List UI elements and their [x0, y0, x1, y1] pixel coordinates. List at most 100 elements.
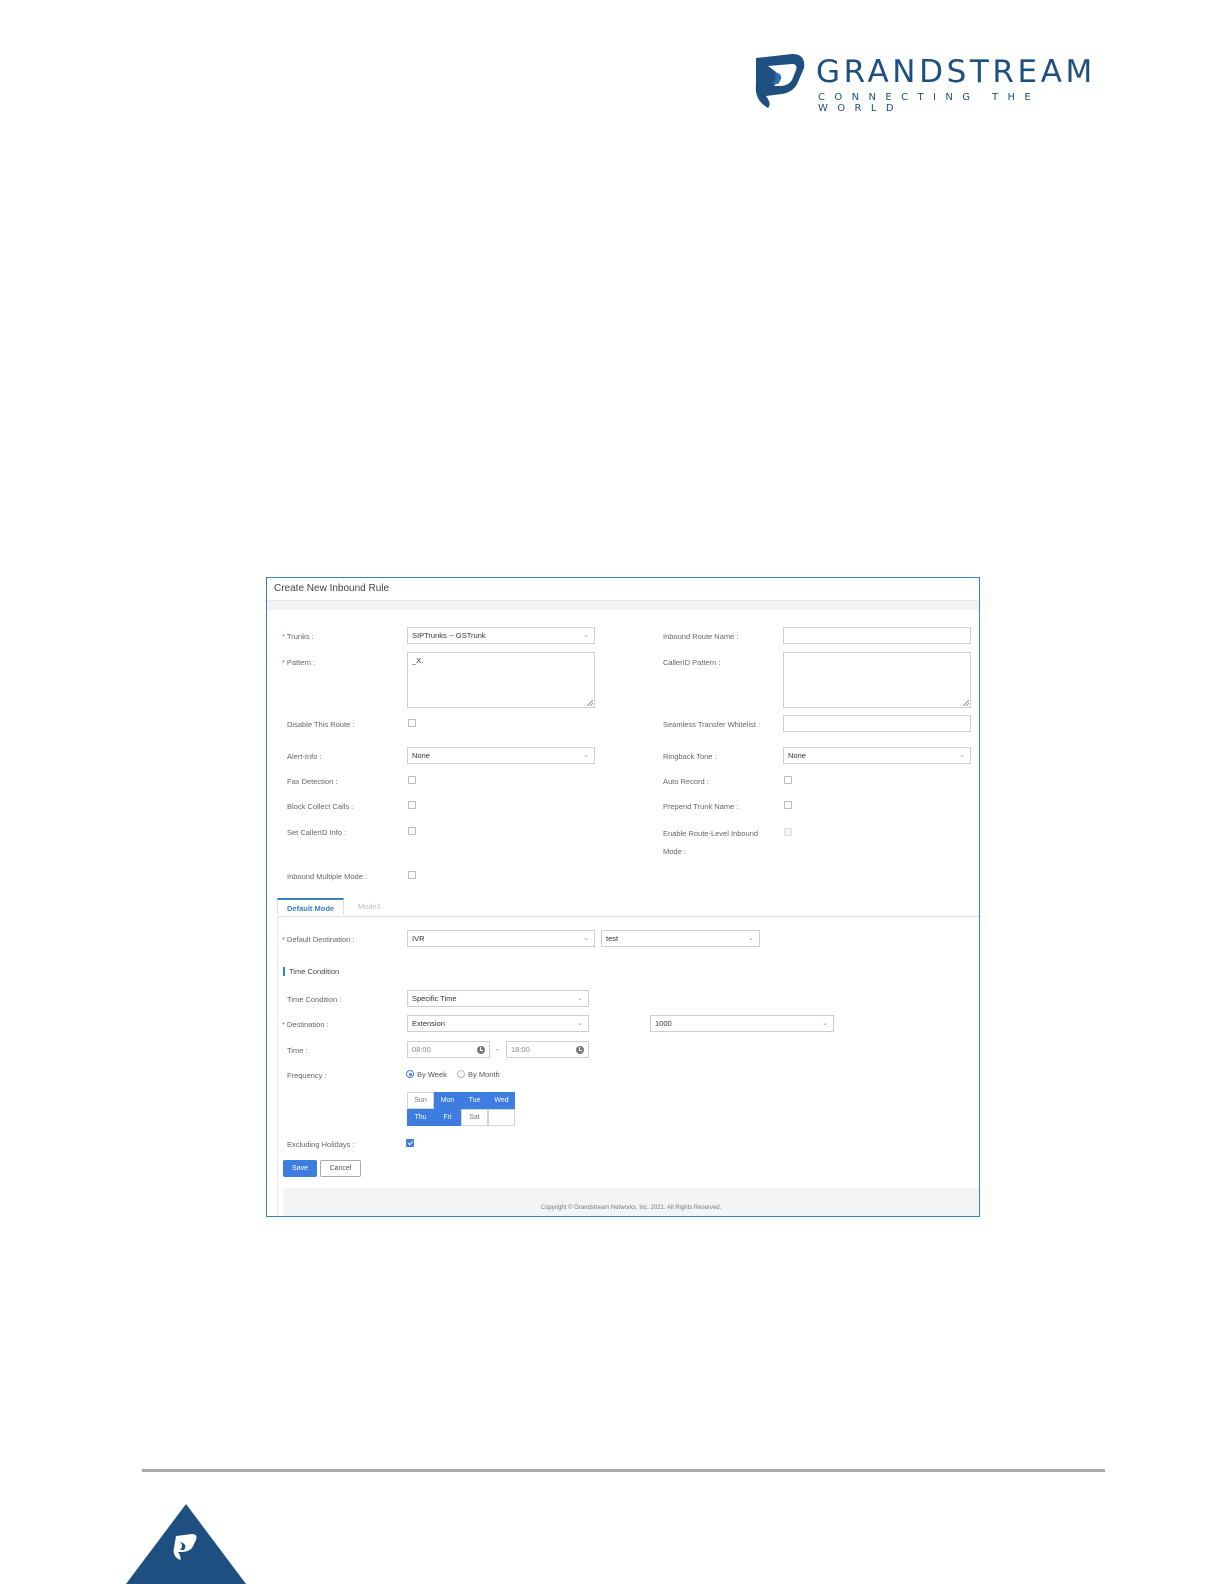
mode-tabs: Default Mode Mode1 — [277, 896, 979, 917]
auto-record-checkbox[interactable] — [784, 776, 792, 784]
default-destination-target-value: test — [606, 934, 619, 943]
tab-default-mode[interactable]: Default Mode — [277, 898, 345, 915]
time-start-input[interactable]: 08:00 — [407, 1041, 490, 1058]
trunks-select-value: SIPTrunks -- GSTrunk — [412, 631, 486, 640]
auto-record-label: Auto Record : — [663, 777, 709, 786]
required-marker: * — [282, 1020, 285, 1029]
destination-type-select[interactable]: Extension ⌄ — [407, 1015, 589, 1032]
content-border — [277, 916, 278, 1216]
time-condition-select[interactable]: Specific Time ⌄ — [407, 990, 589, 1007]
dialog-header: Create New Inbound Rule — [267, 578, 979, 601]
enable-route-level-label-line1: Enable Route-Level Inbound — [663, 829, 759, 838]
weekday-tue-button[interactable]: Tue — [461, 1092, 488, 1109]
enable-route-level-checkbox[interactable] — [784, 828, 792, 836]
required-marker: * — [282, 935, 285, 944]
chevron-down-icon: ⌄ — [822, 1020, 828, 1027]
frequency-by-week-label: By Week — [417, 1070, 447, 1079]
weekday-thu-button[interactable]: Thu — [407, 1109, 434, 1126]
required-marker: * — [282, 658, 285, 667]
frequency-by-month-radio[interactable] — [457, 1070, 465, 1078]
chevron-down-icon: ⌄ — [583, 632, 589, 639]
destination-label-text: Destination : — [286, 1020, 329, 1029]
clock-icon — [576, 1046, 584, 1054]
clock-icon — [477, 1046, 485, 1054]
inbound-rule-dialog: Create New Inbound Rule * Trunks : SIPTru… — [266, 577, 980, 1217]
chevron-down-icon: ⌄ — [959, 752, 965, 759]
route-name-input[interactable] — [783, 627, 971, 644]
chevron-down-icon: ⌄ — [577, 1020, 583, 1027]
fax-detection-checkbox[interactable] — [408, 776, 416, 784]
default-destination-label-text: Default Destination : — [286, 935, 355, 944]
chevron-down-icon: ⌄ — [583, 935, 589, 942]
resize-grip-icon[interactable] — [963, 700, 969, 706]
save-button[interactable]: Save — [283, 1160, 317, 1177]
required-marker: * — [282, 632, 285, 641]
trunks-select[interactable]: SIPTrunks -- GSTrunk ⌄ — [407, 627, 595, 644]
weekday-mon-button[interactable]: Mon — [434, 1092, 461, 1109]
time-end-value: 18:00 — [511, 1045, 530, 1054]
dialog-band — [267, 601, 979, 610]
default-destination-type-select[interactable]: IVR ⌄ — [407, 930, 595, 947]
time-end-input[interactable]: 18:00 — [506, 1041, 589, 1058]
prepend-label: Prepend Trunk Name : — [663, 802, 739, 811]
destination-target-value: 1000 — [655, 1019, 672, 1028]
block-collect-label: Block Collect Calls : — [287, 802, 354, 811]
dialog-title: Create New Inbound Rule — [274, 583, 390, 594]
weekday-wed-button[interactable]: Wed — [488, 1092, 515, 1109]
pattern-textarea[interactable]: _X. — [407, 652, 595, 708]
excluding-holidays-checkbox[interactable] — [406, 1139, 414, 1147]
time-start-value: 08:00 — [412, 1045, 431, 1054]
pattern-value: _X. — [412, 656, 424, 665]
block-collect-checkbox[interactable] — [408, 801, 416, 809]
pattern-label: * Pattern : — [282, 658, 315, 667]
ringback-select[interactable]: None ⌄ — [783, 747, 971, 764]
grandstream-logo-mark-icon — [755, 54, 805, 108]
pattern-label-text: Pattern : — [286, 658, 316, 667]
chevron-down-icon: ⌄ — [583, 752, 589, 759]
seamless-input[interactable] — [783, 715, 971, 732]
enable-route-level-label-line2: Mode : — [663, 847, 686, 856]
destination-label: * Destination : — [282, 1020, 329, 1029]
dialog-footer: Copyright © Grandstream Networks, Inc. 2… — [283, 1188, 979, 1216]
disable-route-label: Disable This Route : — [287, 720, 355, 729]
footer-logo-icon — [126, 1504, 246, 1584]
trunks-label: * Trunks : — [282, 632, 314, 641]
time-condition-value: Specific Time — [412, 994, 457, 1003]
trunks-label-text: Trunks : — [286, 632, 314, 641]
inbound-multiple-label: Inbound Multiple Mode : — [287, 872, 368, 881]
weekday-fri-button[interactable]: Fri — [434, 1109, 461, 1126]
weekday-picker: Sun Mon Tue Wed Thu Fri Sat — [407, 1092, 517, 1128]
frequency-label: Frequency : — [287, 1071, 327, 1080]
weekday-empty-cell — [488, 1109, 515, 1126]
default-destination-type-value: IVR — [412, 934, 425, 943]
destination-target-select[interactable]: 1000 ⌄ — [650, 1015, 834, 1032]
inbound-multiple-checkbox[interactable] — [408, 871, 416, 879]
time-condition-section-title: Time Condition — [283, 967, 339, 976]
resize-grip-icon[interactable] — [587, 700, 593, 706]
frequency-by-week-radio[interactable] — [406, 1070, 414, 1078]
disable-route-checkbox[interactable] — [408, 719, 416, 727]
weekday-sat-button[interactable]: Sat — [461, 1109, 488, 1126]
brand-name: GRANDSTREAM — [816, 54, 1096, 90]
tab-mode1[interactable]: Mode1 — [349, 898, 390, 915]
brand-tagline: CONNECTING THE WORLD — [818, 92, 1041, 114]
grandstream-logo: GRANDSTREAM CONNECTING THE WORLD — [752, 52, 1122, 114]
excluding-holidays-label: Excluding Holidays : — [287, 1140, 355, 1149]
copyright-text: Copyright © Grandstream Networks, Inc. 2… — [540, 1205, 722, 1211]
default-destination-target-select[interactable]: test ⌄ — [601, 930, 760, 947]
prepend-checkbox[interactable] — [784, 801, 792, 809]
chevron-down-icon: ⌄ — [577, 995, 583, 1002]
cancel-button[interactable]: Cancel — [320, 1160, 361, 1177]
callerid-pattern-textarea[interactable] — [783, 652, 971, 708]
destination-type-value: Extension — [412, 1019, 445, 1028]
weekday-sun-button[interactable]: Sun — [407, 1092, 434, 1109]
alert-info-select[interactable]: None ⌄ — [407, 747, 595, 764]
set-callerid-checkbox[interactable] — [408, 827, 416, 835]
time-condition-label: Time Condition : — [287, 995, 342, 1004]
ringback-value: None — [788, 751, 806, 760]
fax-detection-label: Fax Detection : — [287, 777, 338, 786]
frequency-by-month-label: By Month — [468, 1070, 500, 1079]
time-separator: - — [496, 1045, 499, 1054]
time-label: Time : — [287, 1046, 308, 1055]
seamless-label: Seamless Transfer Whitelist : — [663, 720, 761, 729]
